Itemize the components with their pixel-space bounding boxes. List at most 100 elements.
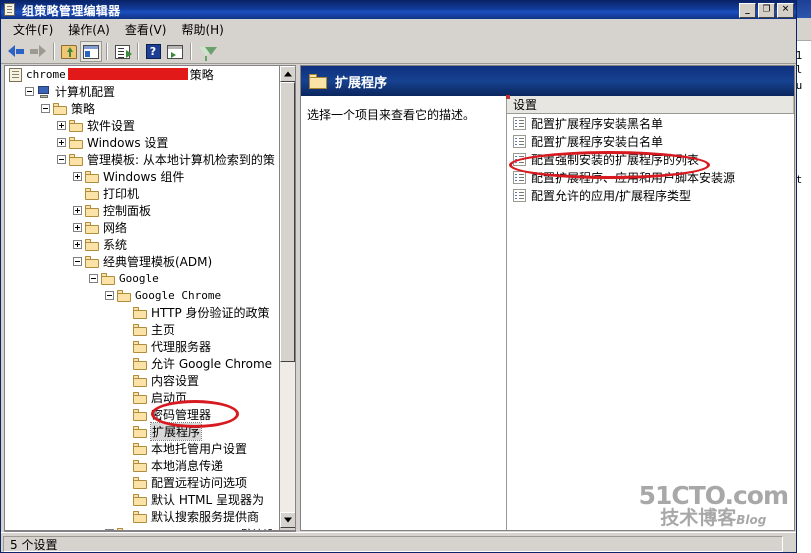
folder-icon bbox=[53, 102, 67, 115]
show-tree-button[interactable] bbox=[80, 41, 102, 62]
column-settings[interactable]: 设置 bbox=[507, 96, 794, 113]
tree-item-label: 本地托管用户设置 bbox=[151, 442, 248, 456]
tree-item[interactable]: 扩展程序 bbox=[5, 422, 280, 441]
minimize-button[interactable]: _ bbox=[739, 2, 756, 18]
scroll-up-button[interactable] bbox=[280, 66, 295, 82]
tree-item[interactable]: 允许 Google Chrome bbox=[5, 355, 280, 372]
back-button[interactable] bbox=[5, 41, 27, 62]
expand-icon[interactable] bbox=[73, 172, 82, 181]
menu-view[interactable]: 查看(V) bbox=[119, 19, 176, 40]
toolbar-separator bbox=[53, 43, 54, 60]
tree-item[interactable]: Google Chrome bbox=[5, 287, 280, 304]
scroll-thumb[interactable] bbox=[280, 82, 295, 362]
pane-header: 扩展程序 bbox=[301, 66, 794, 96]
up-folder-button[interactable] bbox=[58, 41, 80, 62]
tree-item[interactable]: 默认 HTML 呈现器为 bbox=[5, 491, 280, 508]
menu-action[interactable]: 操作(A) bbox=[62, 19, 119, 40]
scroll-track[interactable] bbox=[280, 362, 295, 512]
expander-spacer bbox=[121, 359, 130, 368]
tree-vertical-scrollbar[interactable] bbox=[279, 66, 295, 530]
tree-item[interactable]: 代理服务器 bbox=[5, 338, 280, 355]
setting-list-item[interactable]: 配置扩展程序安装白名单 bbox=[507, 132, 794, 150]
export-list-button[interactable] bbox=[111, 41, 133, 62]
tree-item[interactable]: 默认搜索服务提供商 bbox=[5, 508, 280, 525]
tree-rows: 计算机配置 策略 软件设置 Windows 设置 管理模板: 从本地计算机检索到的策 Wi… bbox=[5, 83, 280, 530]
tree-item[interactable]: Windows 设置 bbox=[5, 134, 280, 151]
tree-root-suffix: 策略 bbox=[189, 68, 214, 82]
tree-item[interactable]: 打印机 bbox=[5, 185, 280, 202]
tree-item[interactable]: 软件设置 bbox=[5, 117, 280, 134]
setting-list-item[interactable]: 配置允许的应用/扩展程序类型 bbox=[507, 186, 794, 204]
tree-item[interactable]: 密码管理器 bbox=[5, 406, 280, 423]
maximize-button[interactable]: ❐ bbox=[758, 2, 775, 18]
folder-icon bbox=[117, 289, 131, 302]
show-tree-icon bbox=[83, 44, 99, 59]
tree-item[interactable]: 本地托管用户设置 bbox=[5, 440, 280, 457]
tree-item[interactable]: 启动页 bbox=[5, 389, 280, 406]
tree-item[interactable]: 策略 bbox=[5, 100, 280, 117]
tree-item-label: 默认 HTML 呈现器为 bbox=[151, 493, 265, 507]
filter-button[interactable] bbox=[195, 41, 217, 62]
setting-list-item[interactable]: 配置强制安装的扩展程序的列表 bbox=[507, 150, 794, 168]
policy-setting-icon bbox=[513, 152, 526, 166]
collapse-icon[interactable] bbox=[25, 87, 34, 96]
tree-item[interactable]: Google bbox=[5, 270, 280, 287]
menu-help[interactable]: 帮助(H) bbox=[175, 19, 232, 40]
tree-item[interactable]: Windows 组件 bbox=[5, 168, 280, 185]
folder-icon bbox=[133, 408, 147, 421]
menu-file[interactable]: 文件(F) bbox=[7, 19, 62, 40]
toolbar-separator bbox=[106, 43, 107, 60]
help-button[interactable]: ? bbox=[142, 41, 164, 62]
tree-item[interactable]: 系统 bbox=[5, 236, 280, 253]
expander-spacer bbox=[121, 478, 130, 487]
collapse-icon[interactable] bbox=[105, 529, 114, 530]
collapse-icon[interactable] bbox=[57, 155, 66, 164]
settings-list-pane[interactable]: 设置 配置扩展程序安装黑名单 配置扩展程序安装白名单 配置强制安装的扩展程序的列表配… bbox=[506, 95, 794, 530]
tree-item-label: 计算机配置 bbox=[55, 85, 116, 99]
tree-item[interactable]: Google Chrome - 默认设 bbox=[5, 525, 280, 530]
expand-icon[interactable] bbox=[73, 223, 82, 232]
expand-icon[interactable] bbox=[73, 240, 82, 249]
expand-icon[interactable] bbox=[73, 206, 82, 215]
folder-icon bbox=[133, 306, 147, 319]
tree-item[interactable]: 主页 bbox=[5, 321, 280, 338]
folder-icon bbox=[85, 238, 99, 251]
folder-icon bbox=[133, 425, 147, 438]
tree-item-label: Google bbox=[119, 272, 159, 285]
setting-list-item[interactable]: 配置扩展程序、应用和用户脚本安装源 bbox=[507, 168, 794, 186]
tree-item[interactable]: 网络 bbox=[5, 219, 280, 236]
tree-item[interactable]: HTTP 身份验证的政策 bbox=[5, 304, 280, 321]
minimize-icon: _ bbox=[745, 4, 750, 15]
tree-item[interactable]: 配置远程访问选项 bbox=[5, 474, 280, 491]
tree-item[interactable]: 内容设置 bbox=[5, 372, 280, 389]
expand-icon[interactable] bbox=[57, 138, 66, 147]
folder-icon bbox=[133, 476, 147, 489]
folder-icon bbox=[133, 391, 147, 404]
collapse-icon[interactable] bbox=[105, 291, 114, 300]
tree-item[interactable]: 本地消息传递 bbox=[5, 457, 280, 474]
collapse-icon[interactable] bbox=[41, 104, 50, 113]
tree-item[interactable]: 管理模板: 从本地计算机检索到的策 bbox=[5, 151, 280, 168]
expander-spacer bbox=[121, 427, 130, 436]
tree-item-label: 系统 bbox=[103, 238, 128, 252]
properties-button[interactable] bbox=[164, 41, 186, 62]
collapse-icon[interactable] bbox=[73, 257, 82, 266]
tree-item[interactable]: 经典管理模板(ADM) bbox=[5, 253, 280, 270]
tree-item[interactable]: 计算机配置 bbox=[5, 83, 280, 100]
window-controls: _ ❐ ✕ bbox=[739, 2, 794, 18]
setting-list-item-label: 配置强制安装的扩展程序的列表 bbox=[531, 152, 700, 167]
expand-icon[interactable] bbox=[57, 121, 66, 130]
folder-icon bbox=[309, 73, 327, 89]
setting-list-item[interactable]: 配置扩展程序安装黑名单 bbox=[507, 114, 794, 132]
up-folder-icon bbox=[61, 44, 77, 59]
close-button[interactable]: ✕ bbox=[777, 2, 794, 18]
console-tree-pane[interactable]: chrome 策略 计算机配置 策略 软件设置 Windows 设置 管理模板: 从本地… bbox=[4, 65, 296, 531]
forward-button[interactable] bbox=[27, 41, 49, 62]
scroll-down-button[interactable] bbox=[280, 512, 295, 528]
tree-item[interactable]: 控制面板 bbox=[5, 202, 280, 219]
tree-item-root[interactable]: chrome 策略 bbox=[5, 66, 280, 83]
collapse-icon[interactable] bbox=[89, 274, 98, 283]
settings-pane: 扩展程序 选择一个项目来查看它的描述。 设置 配置扩展程序安装黑名单 配置扩展程序… bbox=[300, 65, 795, 531]
console-tree: chrome 策略 计算机配置 策略 软件设置 Windows 设置 管理模板: 从本地… bbox=[5, 66, 280, 530]
tree-item-label: 本地消息传递 bbox=[151, 459, 224, 473]
